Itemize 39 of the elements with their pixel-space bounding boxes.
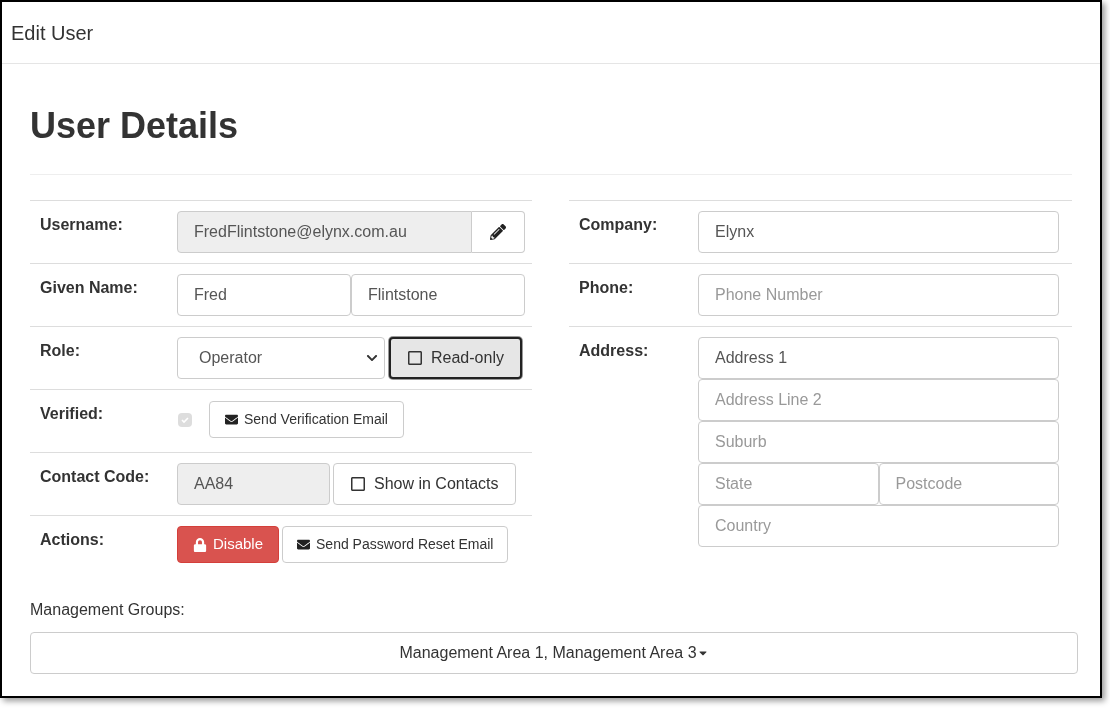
- address-field[interactable]: State: [698, 463, 879, 505]
- address-field[interactable]: Address 1: [698, 337, 1059, 379]
- page-heading: User Details: [30, 108, 240, 144]
- company-field[interactable]: Elynx: [698, 211, 1059, 253]
- field-label: Management Groups:: [30, 600, 186, 620]
- envelope-icon: [225, 413, 238, 426]
- phone-field[interactable]: Phone Number: [698, 274, 1059, 316]
- edit-button[interactable]: [472, 211, 525, 253]
- envelope-icon: [297, 538, 311, 551]
- toggle-button[interactable]: Read-only: [389, 337, 522, 379]
- field-label: Company:: [578, 215, 659, 235]
- address-field[interactable]: Suburb: [698, 421, 1059, 463]
- last-name-field[interactable]: Flintstone: [351, 274, 525, 316]
- first-name-field[interactable]: Fred: [177, 274, 351, 316]
- role-select[interactable]: Operator: [177, 337, 385, 379]
- checkbox-icon: [407, 350, 423, 366]
- contact-code-field[interactable]: AA84: [177, 463, 330, 505]
- field-label: Username:: [39, 215, 124, 235]
- field-label: Actions:: [39, 530, 105, 550]
- address-field[interactable]: Address Line 2: [698, 379, 1059, 421]
- field-label: Role:: [39, 341, 81, 361]
- field-label: Given Name:: [39, 278, 139, 298]
- address-field[interactable]: Country: [698, 505, 1059, 547]
- lock-icon: [193, 537, 207, 552]
- field-label: Phone:: [578, 278, 635, 298]
- send-password-reset-button[interactable]: Send Password Reset Email: [282, 526, 509, 563]
- checkmark-icon: [180, 414, 190, 425]
- checkbox-icon: [350, 476, 366, 492]
- chevron-down-icon: [366, 352, 378, 364]
- field-label: Contact Code:: [39, 467, 151, 487]
- field-label: Verified:: [39, 404, 105, 424]
- field-label: Address:: [578, 341, 650, 361]
- address-field[interactable]: Postcode: [878, 463, 1059, 505]
- window-title: Edit User: [11, 20, 94, 46]
- toggle-button[interactable]: Show in Contacts: [333, 463, 516, 505]
- username-field[interactable]: FredFlintstone@elynx.com.au: [177, 211, 472, 253]
- disable-button[interactable]: Disable: [177, 526, 280, 563]
- pencil-icon: [490, 224, 506, 240]
- management-groups-dropdown[interactable]: Management Area 1, Management Area 3: [30, 632, 1078, 674]
